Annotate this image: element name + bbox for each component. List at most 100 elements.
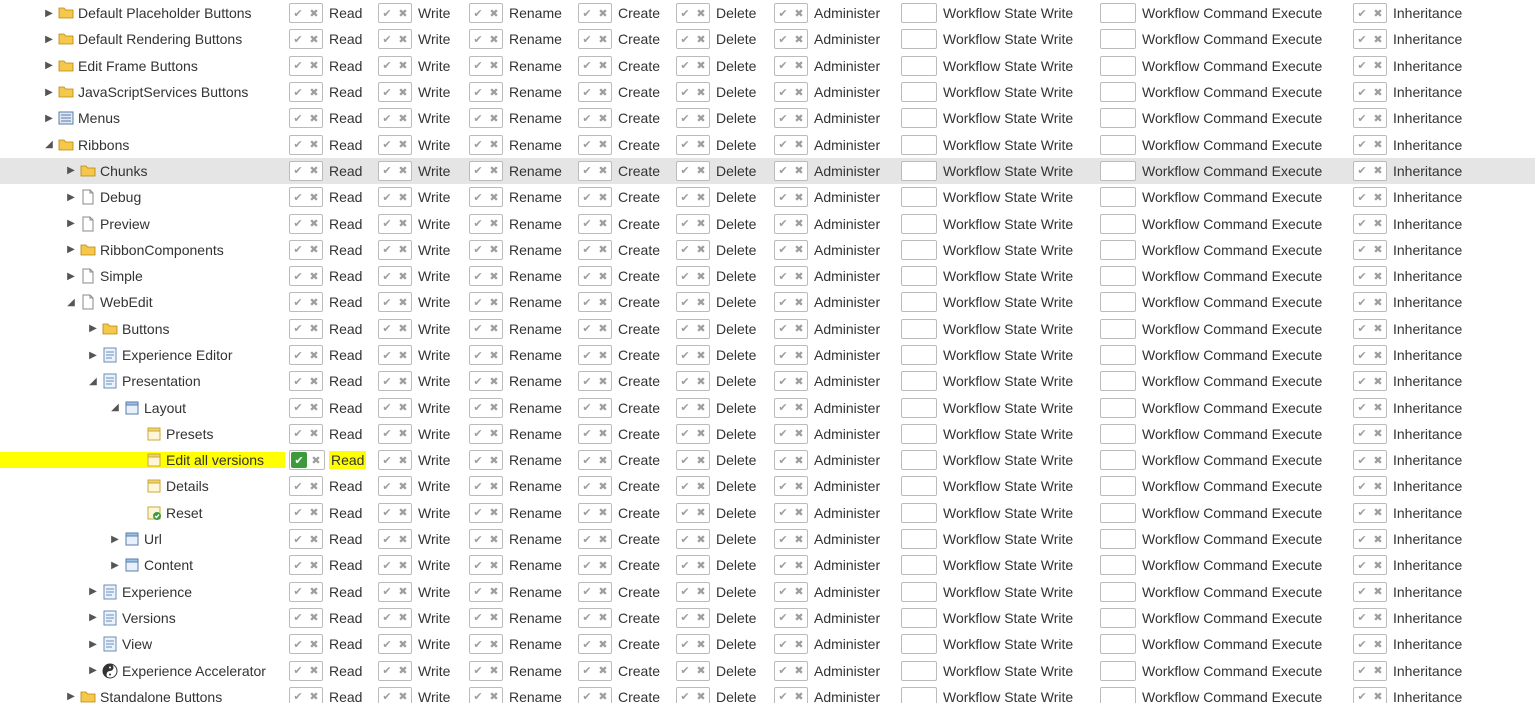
permission-toggle[interactable] xyxy=(901,555,937,575)
permission-toggle[interactable]: ✔✖ xyxy=(289,529,323,549)
allow-icon[interactable]: ✔ xyxy=(379,188,395,206)
permission-toggle[interactable]: ✔✖ xyxy=(1353,214,1387,234)
permission-toggle[interactable]: ✔✖ xyxy=(676,661,710,681)
allow-icon[interactable]: ✔ xyxy=(579,267,595,285)
permission-toggle[interactable]: ✔✖ xyxy=(578,424,612,444)
permission-toggle[interactable]: ✔✖ xyxy=(1353,319,1387,339)
deny-icon[interactable]: ✖ xyxy=(595,267,611,285)
permission-toggle[interactable] xyxy=(1100,476,1136,496)
allow-icon[interactable]: ✔ xyxy=(290,136,306,154)
permission-toggle[interactable]: ✔✖ xyxy=(774,292,808,312)
permission-toggle[interactable]: ✔✖ xyxy=(1353,82,1387,102)
allow-icon[interactable]: ✔ xyxy=(677,30,693,48)
allow-icon[interactable]: ✔ xyxy=(379,451,395,469)
allow-icon[interactable]: ✔ xyxy=(677,583,693,601)
allow-icon[interactable]: ✔ xyxy=(1354,30,1370,48)
allow-icon[interactable]: ✔ xyxy=(579,688,595,703)
allow-icon[interactable]: ✔ xyxy=(1354,609,1370,627)
collapse-icon[interactable]: ◢ xyxy=(42,138,56,152)
deny-icon[interactable]: ✖ xyxy=(306,609,322,627)
deny-icon[interactable]: ✖ xyxy=(693,320,709,338)
expand-icon[interactable]: ▶ xyxy=(64,190,78,204)
permission-toggle[interactable] xyxy=(1100,82,1136,102)
allow-icon[interactable]: ✔ xyxy=(775,4,791,22)
expand-icon[interactable]: ▶ xyxy=(42,111,56,125)
allow-icon[interactable]: ✔ xyxy=(290,425,306,443)
allow-icon[interactable]: ✔ xyxy=(379,267,395,285)
deny-icon[interactable]: ✖ xyxy=(1370,372,1386,390)
tree-row[interactable]: ◢Presentation✔✖Read✔✖Write✔✖Rename✔✖Crea… xyxy=(0,368,1535,394)
allow-icon[interactable]: ✔ xyxy=(775,372,791,390)
permission-toggle[interactable]: ✔✖ xyxy=(289,608,323,628)
deny-icon[interactable]: ✖ xyxy=(1370,320,1386,338)
deny-icon[interactable]: ✖ xyxy=(1370,57,1386,75)
tree-cell[interactable]: Edit all versions xyxy=(0,452,285,468)
allow-icon[interactable]: ✔ xyxy=(379,530,395,548)
expand-icon[interactable]: ▶ xyxy=(64,690,78,703)
tree-cell[interactable]: Presets xyxy=(0,426,285,442)
permission-toggle[interactable]: ✔✖ xyxy=(289,555,323,575)
permission-toggle[interactable]: ✔✖ xyxy=(469,29,503,49)
deny-icon[interactable]: ✖ xyxy=(486,57,502,75)
deny-icon[interactable]: ✖ xyxy=(595,293,611,311)
allow-icon[interactable]: ✔ xyxy=(579,30,595,48)
deny-icon[interactable]: ✖ xyxy=(693,215,709,233)
deny-icon[interactable]: ✖ xyxy=(595,504,611,522)
allow-icon[interactable]: ✔ xyxy=(470,136,486,154)
deny-icon[interactable]: ✖ xyxy=(693,477,709,495)
deny-icon[interactable]: ✖ xyxy=(486,556,502,574)
allow-icon[interactable]: ✔ xyxy=(470,635,486,653)
tree-cell[interactable]: ▶Buttons xyxy=(0,321,285,337)
permission-toggle[interactable] xyxy=(901,450,937,470)
expand-icon[interactable]: ▶ xyxy=(42,6,56,20)
allow-icon[interactable]: ✔ xyxy=(379,477,395,495)
permission-toggle[interactable] xyxy=(901,292,937,312)
tree-row[interactable]: ▶JavaScriptServices Buttons✔✖Read✔✖Write… xyxy=(0,79,1535,105)
deny-icon[interactable]: ✖ xyxy=(1370,504,1386,522)
allow-icon[interactable]: ✔ xyxy=(677,320,693,338)
allow-icon[interactable]: ✔ xyxy=(775,109,791,127)
deny-icon[interactable]: ✖ xyxy=(791,425,807,443)
deny-icon[interactable]: ✖ xyxy=(791,662,807,680)
permission-toggle[interactable] xyxy=(901,687,937,703)
deny-icon[interactable]: ✖ xyxy=(595,688,611,703)
permission-toggle[interactable]: ✔✖ xyxy=(578,582,612,602)
permission-toggle[interactable]: ✔✖ xyxy=(378,608,412,628)
collapse-icon[interactable]: ◢ xyxy=(64,295,78,309)
tree-row[interactable]: ◢Layout✔✖Read✔✖Write✔✖Rename✔✖Create✔✖De… xyxy=(0,394,1535,420)
allow-icon[interactable]: ✔ xyxy=(579,109,595,127)
allow-icon[interactable]: ✔ xyxy=(470,109,486,127)
deny-icon[interactable]: ✖ xyxy=(1370,451,1386,469)
permission-toggle[interactable]: ✔✖ xyxy=(774,661,808,681)
allow-icon[interactable]: ✔ xyxy=(579,399,595,417)
allow-icon[interactable]: ✔ xyxy=(379,425,395,443)
permission-toggle[interactable]: ✔✖ xyxy=(774,108,808,128)
deny-icon[interactable]: ✖ xyxy=(595,556,611,574)
permission-toggle[interactable]: ✔✖ xyxy=(676,135,710,155)
allow-icon[interactable]: ✔ xyxy=(290,635,306,653)
deny-icon[interactable]: ✖ xyxy=(791,188,807,206)
deny-icon[interactable]: ✖ xyxy=(306,477,322,495)
deny-icon[interactable]: ✖ xyxy=(595,477,611,495)
permission-toggle[interactable]: ✔✖ xyxy=(289,345,323,365)
permission-toggle[interactable]: ✔✖ xyxy=(1353,424,1387,444)
permission-toggle[interactable]: ✔✖ xyxy=(1353,634,1387,654)
permission-toggle[interactable]: ✔✖ xyxy=(289,214,323,234)
allow-icon[interactable]: ✔ xyxy=(470,556,486,574)
deny-icon[interactable]: ✖ xyxy=(1370,136,1386,154)
allow-icon[interactable]: ✔ xyxy=(579,662,595,680)
permission-toggle[interactable]: ✔✖ xyxy=(774,82,808,102)
permission-toggle[interactable]: ✔✖ xyxy=(676,424,710,444)
allow-icon[interactable]: ✔ xyxy=(379,320,395,338)
tree-row[interactable]: ▶Experience✔✖Read✔✖Write✔✖Rename✔✖Create… xyxy=(0,579,1535,605)
allow-icon[interactable]: ✔ xyxy=(290,293,306,311)
permission-toggle[interactable]: ✔✖ xyxy=(578,450,612,470)
deny-icon[interactable]: ✖ xyxy=(395,188,411,206)
permission-toggle[interactable]: ✔✖ xyxy=(676,266,710,286)
permission-toggle[interactable]: ✔✖ xyxy=(774,56,808,76)
tree-cell[interactable]: ▶Preview xyxy=(0,216,285,232)
tree-cell[interactable]: ▶Chunks xyxy=(0,163,285,179)
permission-toggle[interactable]: ✔✖ xyxy=(676,476,710,496)
deny-icon[interactable]: ✖ xyxy=(595,162,611,180)
deny-icon[interactable]: ✖ xyxy=(693,556,709,574)
